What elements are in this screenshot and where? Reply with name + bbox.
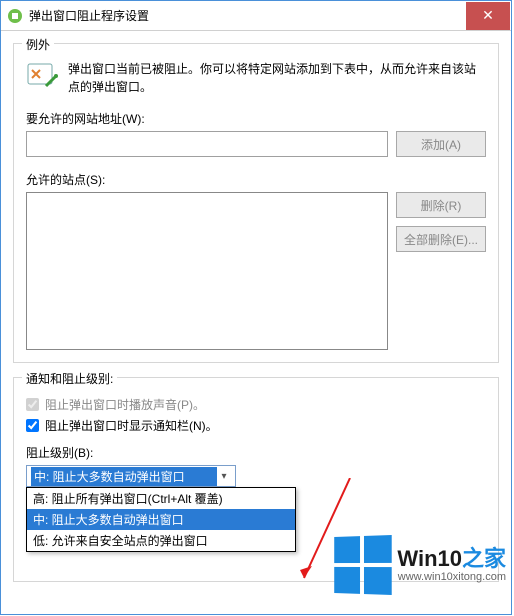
- sound-label: 阻止弹出窗口时播放声音(P)。: [45, 396, 205, 413]
- address-row: 添加(A): [26, 131, 486, 157]
- notify-group: 通知和阻止级别: 阻止弹出窗口时播放声音(P)。 阻止弹出窗口时显示通知栏(N)…: [13, 377, 499, 582]
- bar-checkbox-row: 阻止弹出窗口时显示通知栏(N)。: [26, 417, 486, 434]
- notify-group-title: 通知和阻止级别:: [22, 370, 117, 387]
- level-combobox[interactable]: 中: 阻止大多数自动弹出窗口 ▾: [26, 465, 236, 487]
- window-title: 弹出窗口阻止程序设置: [29, 7, 466, 24]
- level-combo-wrap: 中: 阻止大多数自动弹出窗口 ▾ 高: 阻止所有弹出窗口(Ctrl+Alt 覆盖…: [26, 465, 486, 487]
- notify-block: 阻止弹出窗口时播放声音(P)。 阻止弹出窗口时显示通知栏(N)。: [26, 388, 486, 434]
- bar-label: 阻止弹出窗口时显示通知栏(N)。: [45, 417, 218, 434]
- remove-all-button[interactable]: 全部删除(E)...: [396, 226, 486, 252]
- bar-checkbox[interactable]: [26, 419, 39, 432]
- titlebar: 弹出窗口阻止程序设置 ✕: [1, 1, 511, 31]
- level-option-high[interactable]: 高: 阻止所有弹出窗口(Ctrl+Alt 覆盖): [27, 488, 295, 509]
- address-input[interactable]: [26, 131, 388, 157]
- app-icon: [7, 8, 23, 24]
- allowed-sites-list[interactable]: [26, 192, 388, 350]
- remove-button[interactable]: 删除(R): [396, 192, 486, 218]
- exceptions-group: 例外 弹出窗口当前已被阻止。你可以将特定网站添加到下表中，从而允许来自该站点的弹…: [13, 43, 499, 363]
- sites-buttons: 删除(R) 全部删除(E)...: [396, 192, 486, 350]
- close-button[interactable]: ✕: [466, 2, 510, 30]
- sites-row: 删除(R) 全部删除(E)...: [26, 192, 486, 350]
- dialog-window: 弹出窗口阻止程序设置 ✕ 例外 弹出窗口当前已被阻止。你可以将特定网站添加到下表…: [0, 0, 512, 615]
- level-selected: 中: 阻止大多数自动弹出窗口: [31, 467, 217, 486]
- level-option-low[interactable]: 低: 允许来自安全站点的弹出窗口: [27, 530, 295, 551]
- close-icon: ✕: [482, 7, 494, 24]
- description-text: 弹出窗口当前已被阻止。你可以将特定网站添加到下表中，从而允许来自该站点的弹出窗口…: [68, 60, 486, 96]
- level-block: 阻止级别(B): 中: 阻止大多数自动弹出窗口 ▾ 高: 阻止所有弹出窗口(Ct…: [26, 444, 486, 487]
- level-dropdown: 高: 阻止所有弹出窗口(Ctrl+Alt 覆盖) 中: 阻止大多数自动弹出窗口 …: [26, 487, 296, 552]
- chevron-down-icon: ▾: [217, 471, 231, 482]
- sound-checkbox-row: 阻止弹出窗口时播放声音(P)。: [26, 396, 486, 413]
- sound-checkbox[interactable]: [26, 398, 39, 411]
- sites-label: 允许的站点(S):: [26, 171, 486, 188]
- content-area: 例外 弹出窗口当前已被阻止。你可以将特定网站添加到下表中，从而允许来自该站点的弹…: [1, 31, 511, 608]
- level-label: 阻止级别(B):: [26, 444, 486, 461]
- description-row: 弹出窗口当前已被阻止。你可以将特定网站添加到下表中，从而允许来自该站点的弹出窗口…: [26, 60, 486, 96]
- info-icon: [26, 60, 58, 92]
- exceptions-group-title: 例外: [22, 36, 54, 53]
- level-option-medium[interactable]: 中: 阻止大多数自动弹出窗口: [27, 509, 295, 530]
- add-button[interactable]: 添加(A): [396, 131, 486, 157]
- address-label: 要允许的网站地址(W):: [26, 110, 486, 127]
